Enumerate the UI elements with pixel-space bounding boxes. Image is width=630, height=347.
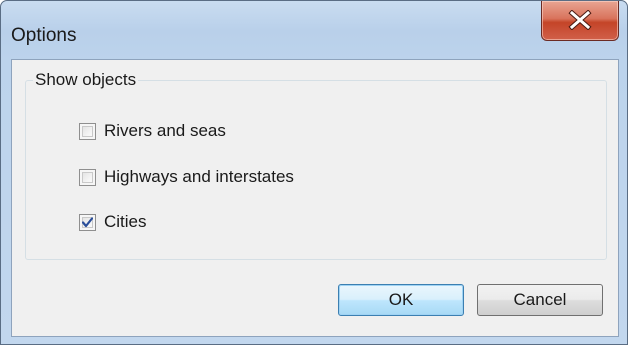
cancel-button[interactable]: Cancel bbox=[477, 284, 603, 316]
rivers-and-seas-checkbox[interactable] bbox=[79, 122, 96, 140]
title-bar[interactable]: Options bbox=[1, 1, 627, 59]
close-button[interactable] bbox=[541, 1, 619, 41]
show-objects-groupbox: Show objects Rivers and seas Highways an… bbox=[25, 70, 607, 260]
dialog-content: Show objects Rivers and seas Highways an… bbox=[11, 59, 619, 337]
window-title: Options bbox=[11, 25, 77, 46]
highways-and-interstates-label[interactable]: Highways and interstates bbox=[104, 167, 294, 187]
groupbox-label: Show objects bbox=[33, 70, 139, 90]
highways-and-interstates-checkbox[interactable] bbox=[79, 168, 96, 186]
rivers-and-seas-label[interactable]: Rivers and seas bbox=[104, 121, 226, 141]
checkmark-icon bbox=[82, 216, 93, 227]
close-icon bbox=[568, 10, 592, 30]
cities-checkbox[interactable] bbox=[79, 213, 96, 231]
ok-button[interactable]: OK bbox=[338, 284, 464, 316]
highways-and-interstates-option[interactable]: Highways and interstates bbox=[79, 165, 294, 189]
rivers-and-seas-option[interactable]: Rivers and seas bbox=[79, 119, 226, 143]
cities-option[interactable]: Cities bbox=[79, 210, 147, 234]
cities-label[interactable]: Cities bbox=[104, 212, 147, 232]
options-dialog: Options Show objects Rivers and seas Hig… bbox=[0, 0, 628, 345]
